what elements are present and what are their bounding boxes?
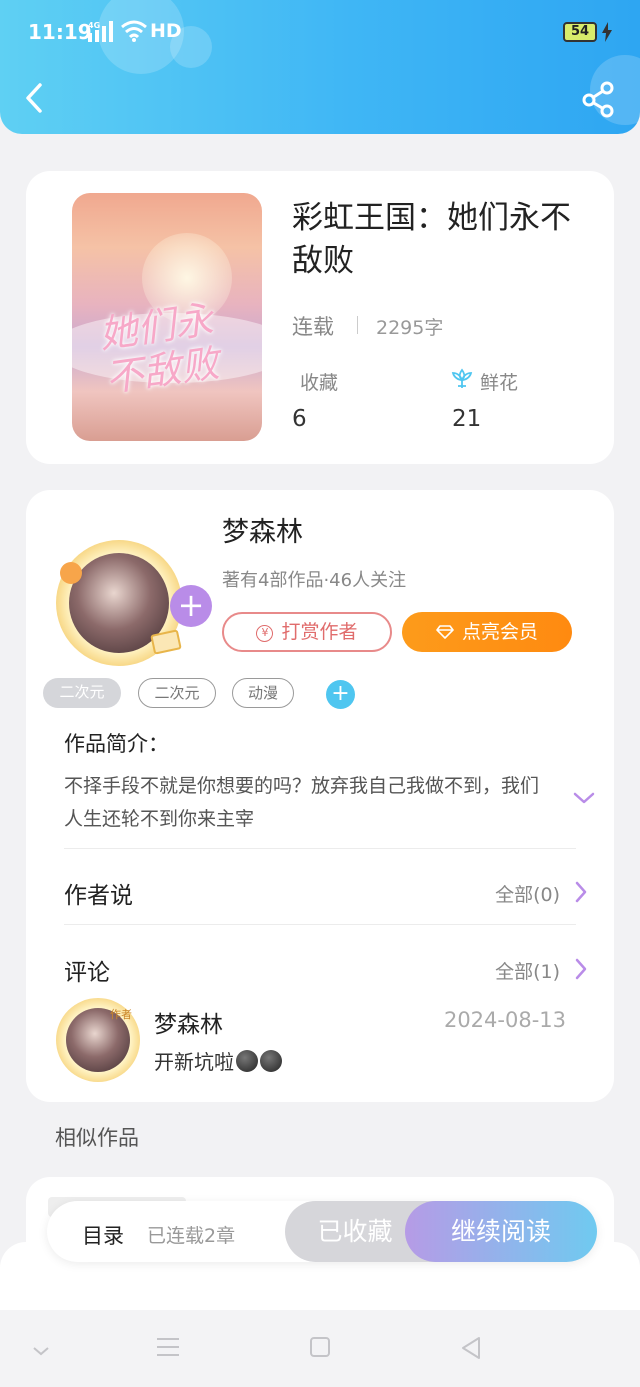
chapter-count: 已连载2章: [147, 1225, 236, 1247]
action-bar: 目录 已连载2章 已收藏 继续阅读: [47, 1201, 597, 1262]
add-tag-button[interactable]: +: [326, 680, 355, 709]
author-meta: 著有4部作品·46人关注: [222, 570, 407, 591]
continue-reading-button[interactable]: 继续阅读: [405, 1201, 597, 1262]
status-time: 11:19: [28, 20, 92, 44]
share-icon[interactable]: [580, 80, 618, 118]
flowers-count: 21: [452, 406, 482, 432]
hd-indicator: HD: [150, 20, 182, 42]
follow-author-button[interactable]: +: [170, 585, 212, 627]
activate-vip-button[interactable]: 点亮会员: [402, 612, 572, 652]
svg-text:4G: 4G: [88, 21, 100, 30]
author-says-all-link[interactable]: 全部(0): [495, 880, 560, 907]
tag-chip[interactable]: 动漫: [232, 678, 294, 708]
comment-text: 开新坑啦: [154, 1046, 282, 1075]
chevron-down-icon[interactable]: [32, 1344, 50, 1358]
word-count: 2295字: [376, 317, 444, 339]
chevron-right-icon[interactable]: [574, 957, 588, 981]
book-title: 彩虹王国：她们永不敌败: [292, 200, 571, 279]
intro-text: 不择手段不就是你想要的吗？放弃我自己我做不到，我们人生还轮不到你来主宰: [64, 775, 540, 830]
book-status: 连载: [292, 315, 334, 339]
divider: [64, 848, 576, 849]
book-info-card: 她们永不敌败 彩虹王国：她们永不敌败 连载 2295字 收藏 6 鲜花 21: [26, 171, 614, 464]
wifi-icon: [121, 20, 147, 42]
author-name[interactable]: 梦森林: [222, 510, 303, 549]
author-avatar[interactable]: +: [56, 540, 212, 666]
tip-author-button[interactable]: ¥ 打赏作者: [222, 612, 392, 652]
flower-icon: [451, 368, 473, 388]
yen-icon: ¥: [256, 625, 274, 642]
cover-title-art: 她们永不敌败: [96, 297, 222, 401]
author-badge: 作者: [110, 1008, 132, 1021]
system-nav-bar: [0, 1310, 640, 1387]
book-icon: [150, 629, 182, 655]
comments-all-link[interactable]: 全部(1): [495, 957, 560, 984]
comment-avatar[interactable]: 作者: [56, 998, 140, 1082]
tip-author-label: 打赏作者: [281, 621, 358, 643]
chevron-down-icon[interactable]: [572, 790, 596, 806]
emoji-icon: [236, 1050, 258, 1072]
flowers-label: 鲜花: [480, 372, 519, 394]
back-nav-icon[interactable]: [459, 1336, 483, 1360]
divider: [357, 316, 358, 334]
comment-body: 开新坑啦: [154, 1050, 234, 1074]
tag-chip[interactable]: 二次元: [138, 678, 216, 708]
chevron-right-icon[interactable]: [574, 880, 588, 904]
home-icon[interactable]: [309, 1336, 331, 1358]
signal-icon: 4G: [88, 21, 113, 42]
table-of-contents-button[interactable]: 目录: [82, 1220, 124, 1250]
favorites-count: 6: [292, 406, 307, 432]
comment-date: 2024-08-13: [443, 1008, 566, 1032]
author-card: + 梦森林 著有4部作品·46人关注 ¥ 打赏作者 点亮会员 二次元 二次元 动漫…: [26, 490, 614, 1102]
intro-title: 作品简介：: [64, 732, 169, 756]
lamp-icon: [60, 562, 82, 584]
status-bar: 11:19 4G HD 54: [0, 0, 640, 64]
emoji-icon: [260, 1050, 282, 1072]
menu-icon[interactable]: [156, 1336, 180, 1358]
activate-vip-label: 点亮会员: [461, 621, 538, 643]
diamond-icon: [436, 625, 454, 639]
book-cover[interactable]: 她们永不敌败: [72, 193, 262, 441]
header: 11:19 4G HD 54: [0, 0, 640, 134]
battery-icon: 54: [563, 22, 597, 42]
tag-chip[interactable]: 二次元: [43, 678, 121, 708]
favorites-label: 收藏: [300, 372, 339, 394]
author-says-title: 作者说: [64, 883, 133, 909]
charging-icon: [602, 22, 612, 42]
divider: [64, 924, 576, 925]
similar-works-title: 相似作品: [55, 1126, 139, 1150]
back-icon[interactable]: [18, 80, 54, 116]
comments-title: 评论: [64, 960, 110, 986]
comment-author-name[interactable]: 梦森林: [154, 1005, 223, 1039]
